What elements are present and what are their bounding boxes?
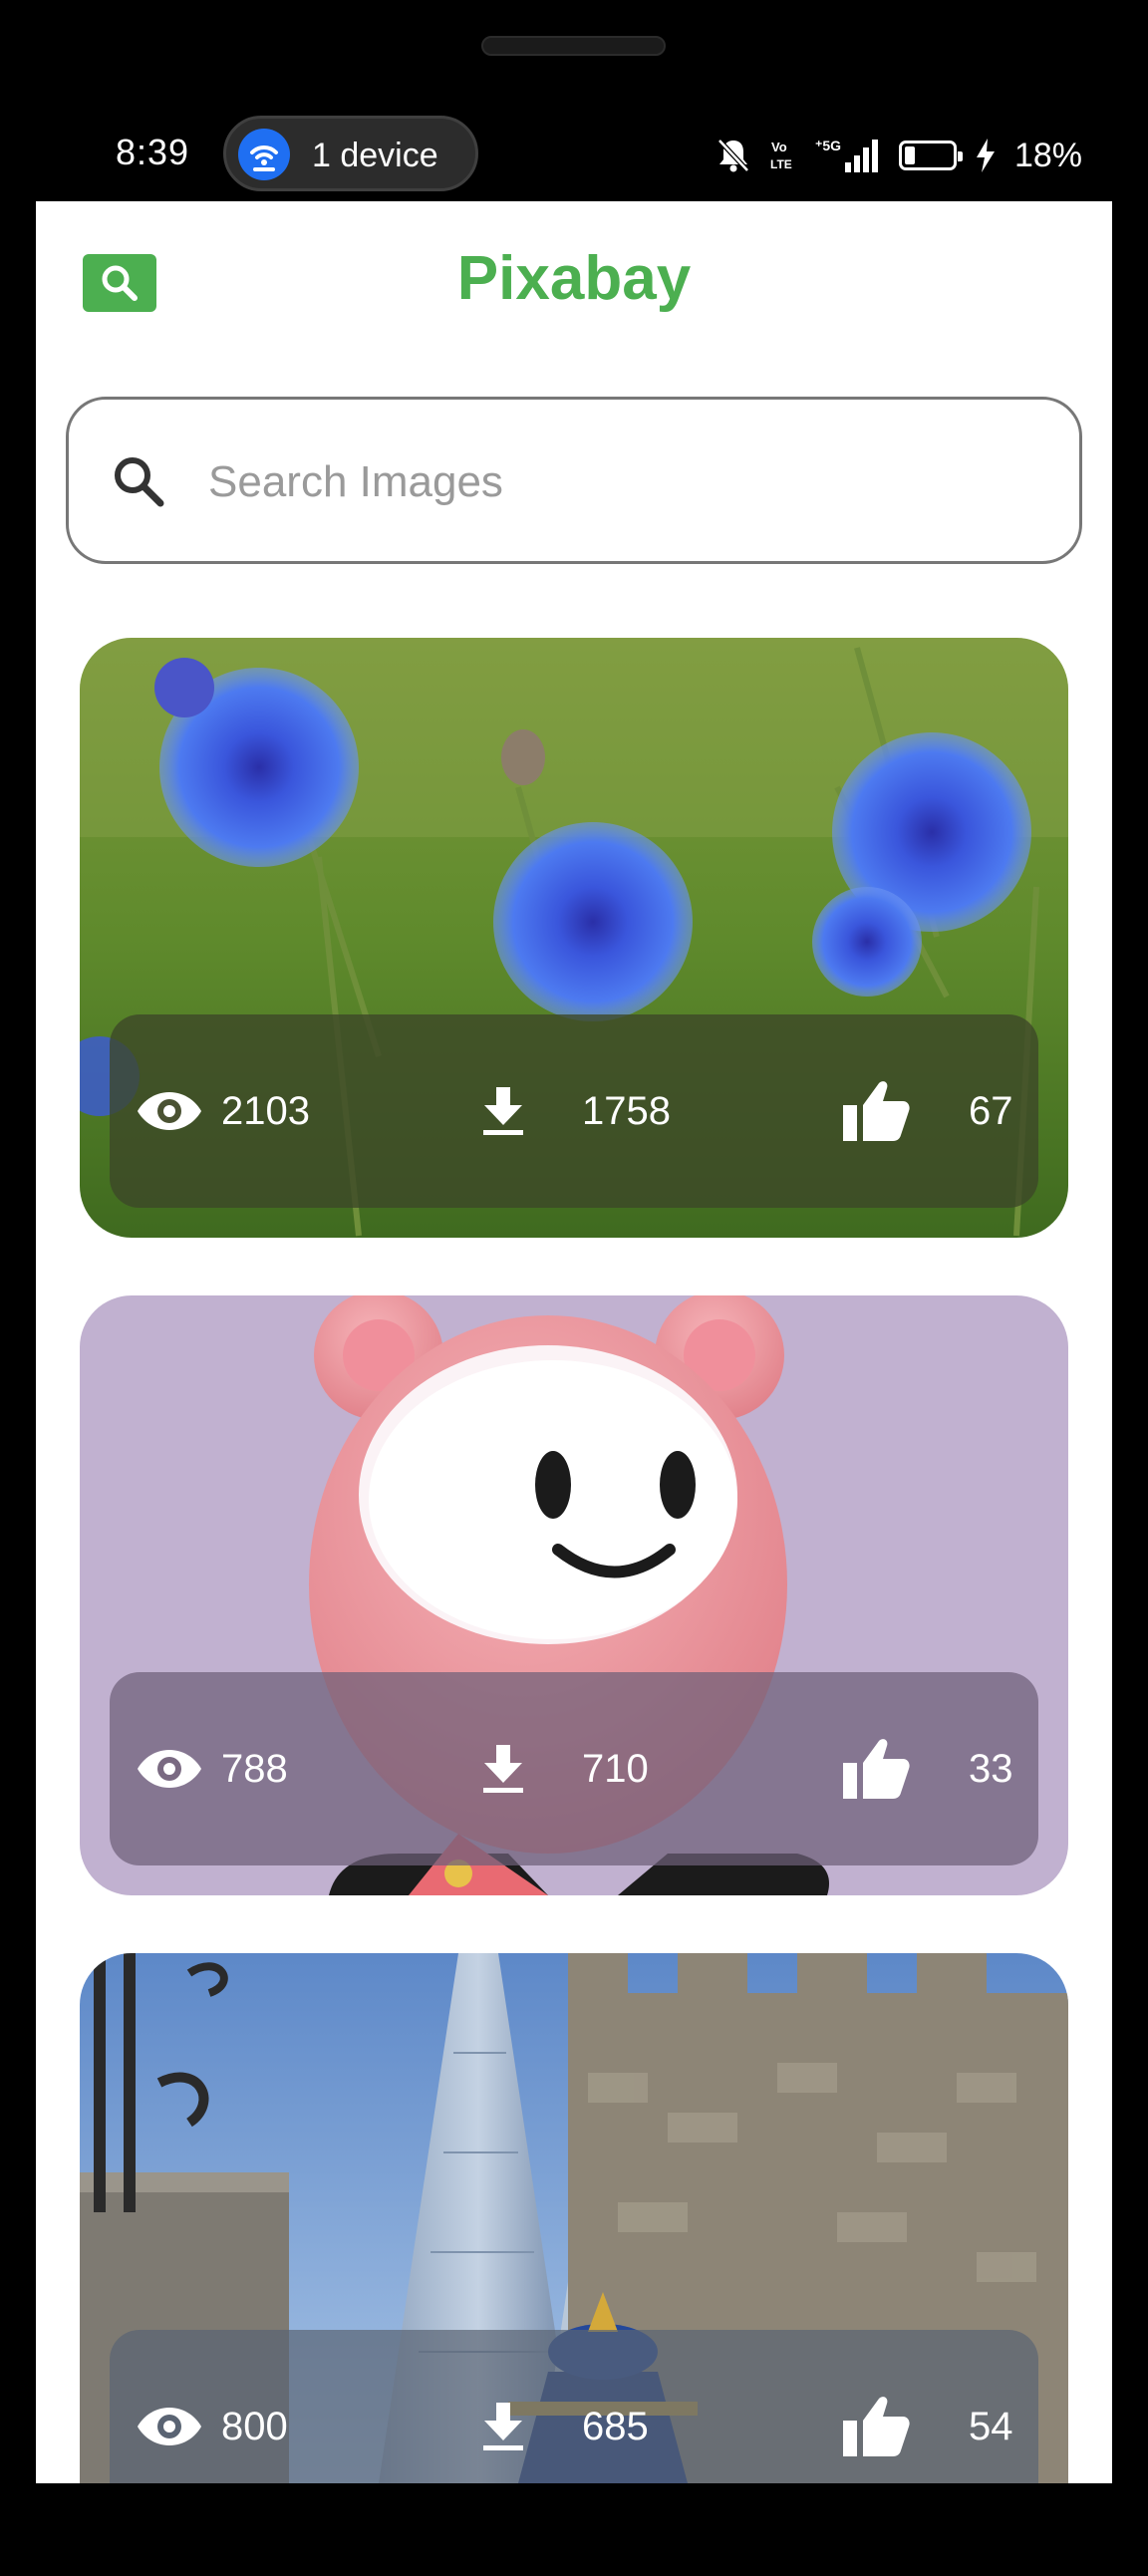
mute-bell-icon xyxy=(718,139,749,172)
signal-5g-icon: ⁺5G xyxy=(815,138,878,172)
downloads-stat: 1758 xyxy=(480,1014,671,1208)
volte-icon: Vo LTE xyxy=(770,140,792,171)
likes-stat: 33 xyxy=(841,1672,1013,1865)
views-stat: 788 xyxy=(136,1672,288,1865)
status-time: 8:39 xyxy=(116,132,190,172)
image-card[interactable]: 2103 1758 67 xyxy=(80,638,1068,1238)
app-screen: Pixabay Search Images 2103 1758 67 788 7… xyxy=(36,201,1112,2483)
app-bar: Pixabay xyxy=(36,201,1112,361)
charging-bolt-icon xyxy=(976,139,995,172)
likes-count: 33 xyxy=(969,1746,1013,1791)
svg-text:⁺5G: ⁺5G xyxy=(815,138,841,153)
downloads-stat: 710 xyxy=(480,1672,649,1865)
connected-devices-pill[interactable]: 1 device xyxy=(223,116,478,191)
hotspot-icon xyxy=(238,129,290,180)
image-card[interactable]: 800 685 54 xyxy=(80,1953,1068,2483)
image-stats-bar: 2103 1758 67 xyxy=(110,1014,1038,1208)
battery-icon xyxy=(898,141,963,170)
status-icons: Vo LTE ⁺5G 18% xyxy=(716,128,1082,183)
search-icon xyxy=(115,457,164,507)
app-title: Pixabay xyxy=(456,244,692,313)
downloads-count: 710 xyxy=(582,1746,649,1791)
thumbs-up-icon xyxy=(843,1739,910,1799)
bottom-bezel xyxy=(36,2483,1112,2523)
image-card[interactable]: 788 710 33 xyxy=(80,1295,1068,1895)
eye-icon xyxy=(138,1750,201,1788)
download-icon xyxy=(483,1745,523,1793)
downloads-stat: 685 xyxy=(480,2330,649,2483)
views-count: 800 xyxy=(221,2404,288,2448)
search-field[interactable] xyxy=(66,397,1082,564)
likes-count: 67 xyxy=(969,1088,1013,1133)
thumbs-up-icon xyxy=(843,1081,910,1141)
views-stat: 800 xyxy=(136,2330,288,2483)
downloads-count: 1758 xyxy=(582,1088,671,1133)
downloads-count: 685 xyxy=(582,2404,649,2448)
download-icon xyxy=(483,1087,523,1135)
battery-percent: 18% xyxy=(1013,136,1082,174)
speaker-grill xyxy=(481,36,666,56)
views-count: 2103 xyxy=(221,1088,310,1133)
image-stats-bar: 800 685 54 xyxy=(110,2330,1038,2483)
status-bar: 8:39 1 device Vo LTE ⁺5G 18% xyxy=(36,110,1112,201)
eye-icon xyxy=(138,1092,201,1130)
svg-text:Vo: Vo xyxy=(771,140,787,154)
likes-count: 54 xyxy=(969,2404,1013,2448)
connected-devices-label: 1 device xyxy=(312,137,438,174)
phone-frame: 8:39 1 device Vo LTE ⁺5G 18% Pixabay Sea… xyxy=(0,0,1148,2576)
svg-text:LTE: LTE xyxy=(770,157,792,171)
eye-icon xyxy=(138,2408,201,2445)
views-stat: 2103 xyxy=(136,1014,310,1208)
image-stats-bar: 788 710 33 xyxy=(110,1672,1038,1865)
likes-stat: 67 xyxy=(841,1014,1013,1208)
thumbs-up-icon xyxy=(843,2397,910,2456)
download-icon xyxy=(483,2403,523,2450)
search-input[interactable] xyxy=(208,439,1025,525)
likes-stat: 54 xyxy=(841,2330,1013,2483)
views-count: 788 xyxy=(221,1746,288,1791)
